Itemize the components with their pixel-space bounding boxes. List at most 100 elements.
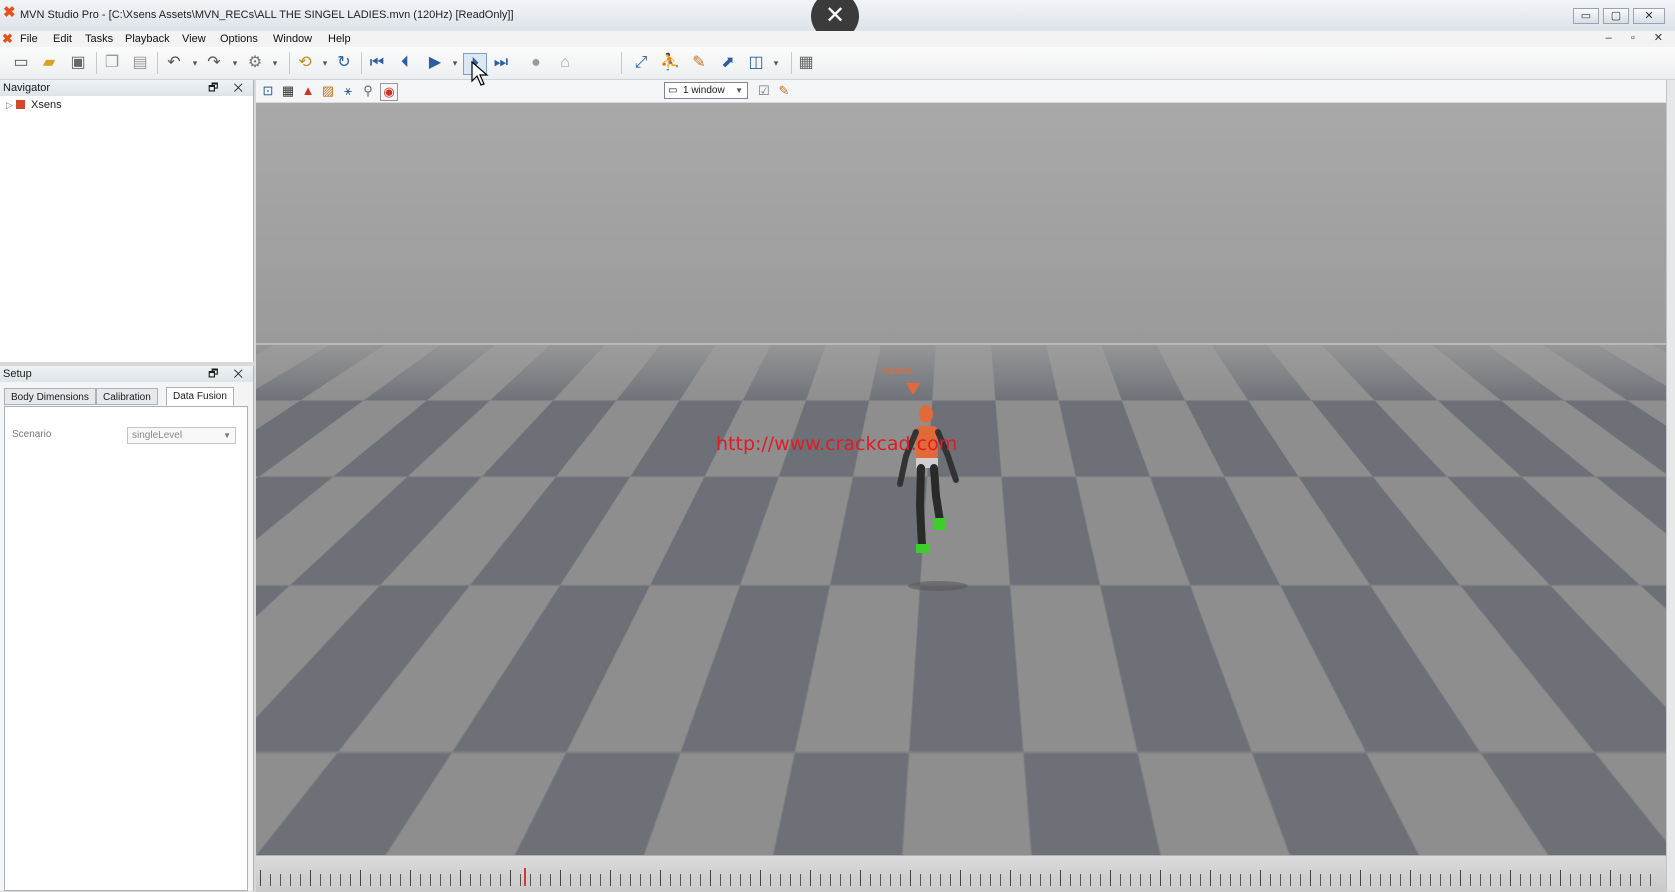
menu-playback[interactable]: Playback	[125, 33, 170, 45]
menu-bar: ✖ File Edit Tasks Playback View Options …	[0, 31, 1675, 47]
viewport-toolbar: ⊡ ▦ ▲ ▨ ⚹ ⚲ ◉ ▭ 1 window ▼ ☑ ✎	[256, 80, 1675, 102]
play-icon[interactable]: ▶	[424, 53, 446, 73]
mdi-app-icon: ✖	[2, 31, 13, 47]
window-layout-value: 1 window	[683, 85, 725, 96]
tab-body-dimensions[interactable]: Body Dimensions	[4, 388, 96, 405]
watermark-text: http://www.crackcad.com	[716, 433, 957, 455]
open-folder-icon[interactable]: ▰	[38, 53, 60, 73]
image-icon[interactable]: ▨	[320, 83, 336, 99]
minimize-button[interactable]: ▭	[1573, 8, 1599, 24]
timeline-cursor[interactable]	[524, 868, 526, 886]
step-back-icon[interactable]: ⏴	[394, 53, 416, 73]
navigator-header: Navigator 🗗 ✕	[0, 80, 253, 96]
copy-icon[interactable]: ❐	[101, 53, 123, 73]
toolbar-separator	[791, 52, 792, 74]
figure-icon[interactable]: ⛹	[659, 53, 681, 73]
scenario-label: Scenario	[12, 429, 51, 440]
window-layout-select[interactable]: ▭ 1 window ▼	[664, 82, 748, 99]
paste-icon[interactable]: ▤	[129, 53, 151, 73]
pencil-icon[interactable]: ✎	[776, 83, 792, 99]
timeline-major-ticks	[260, 870, 1660, 886]
toolbar-separator	[361, 52, 362, 74]
right-scroll-edge	[1666, 80, 1675, 891]
redo-dropdown-icon[interactable]: ▾	[224, 53, 246, 73]
edit-icon[interactable]: ✎	[688, 53, 710, 73]
redo-icon[interactable]: ↷	[203, 53, 225, 73]
setup-panel: Setup 🗗 ✕ Body Dimensions Calibration Da…	[0, 366, 254, 891]
navigator-title: Navigator	[3, 80, 50, 96]
menu-view[interactable]: View	[182, 33, 206, 45]
avatar-right-leg	[934, 468, 940, 521]
xsens-node-icon	[16, 100, 25, 109]
grid-icon[interactable]: ▦	[280, 83, 296, 99]
walk-icon[interactable]: ⚲	[360, 83, 376, 99]
chevron-down-icon: ▼	[735, 83, 743, 99]
window-icon: ▭	[668, 83, 677, 99]
avatar-figure[interactable]	[868, 396, 988, 596]
avatar-left-foot	[916, 544, 930, 553]
toolbar-separator	[289, 52, 290, 74]
check-icon[interactable]: ☑	[756, 83, 772, 99]
close-window-button[interactable]: ✕	[1633, 8, 1665, 24]
horizon-line	[256, 343, 1666, 345]
target-icon[interactable]: ◉	[380, 83, 398, 101]
camera-icon[interactable]: ⊡	[260, 83, 276, 99]
menu-help[interactable]: Help	[328, 33, 351, 45]
scenario-value: singleLevel	[132, 430, 182, 441]
tab-data-fusion[interactable]: Data Fusion	[166, 387, 234, 406]
setup-title: Setup	[3, 366, 32, 382]
maximize-button[interactable]: ▢	[1603, 8, 1629, 24]
navigator-panel: Navigator 🗗 ✕ ▷ Xsens	[0, 80, 254, 362]
menu-file[interactable]: File	[20, 33, 38, 45]
screenshot-icon[interactable]: ▦	[795, 53, 817, 73]
menu-tasks[interactable]: Tasks	[85, 33, 113, 45]
new-file-icon[interactable]: ▭	[10, 53, 32, 73]
tools-icon[interactable]: ⚙	[244, 53, 266, 73]
graph-icon[interactable]: ⤢	[630, 53, 652, 73]
expand-arrow-icon[interactable]: ▷	[6, 100, 16, 111]
layout-icon[interactable]: ◫	[745, 53, 767, 73]
save-icon[interactable]: ▣	[67, 53, 89, 73]
toolbar-separator	[621, 52, 622, 74]
undo-icon[interactable]: ↶	[163, 53, 185, 73]
viewport-background	[256, 103, 1666, 344]
layout-dropdown-icon[interactable]: ▾	[765, 53, 787, 73]
record-icon[interactable]: ●	[525, 53, 547, 73]
tools-dropdown-icon[interactable]: ▾	[264, 53, 286, 73]
character-marker-icon	[906, 383, 920, 395]
skip-end-icon[interactable]: ⏭	[490, 53, 512, 73]
menu-options[interactable]: Options	[220, 33, 258, 45]
chart-icon[interactable]: ⬈	[717, 53, 739, 73]
timeline-bar[interactable]	[256, 855, 1666, 892]
mouse-cursor-icon	[471, 61, 489, 87]
avatar-shadow	[908, 581, 968, 591]
connect-icon[interactable]: ⟲	[294, 53, 316, 73]
floor-haze	[256, 344, 1666, 404]
mdi-window-controls[interactable]: – ▫ ✕	[1606, 31, 1671, 44]
tree-item-label: Xsens	[31, 99, 62, 111]
avatar-left-leg	[920, 468, 922, 546]
toolbar-separator	[157, 52, 158, 74]
menu-window[interactable]: Window	[273, 33, 312, 45]
menu-edit[interactable]: Edit	[53, 33, 72, 45]
3d-viewport[interactable]: Xsens http://www.crackcad.com	[256, 103, 1666, 855]
skeleton-icon[interactable]: ⚹	[340, 83, 356, 99]
scenario-select[interactable]: singleLevel ▼	[127, 427, 236, 444]
window-title: MVN Studio Pro - [C:\Xsens Assets\MVN_RE…	[20, 9, 514, 21]
navigator-panel-controls[interactable]: 🗗 ✕	[208, 80, 249, 96]
chevron-down-icon: ▼	[223, 428, 231, 444]
setup-panel-controls[interactable]: 🗗 ✕	[208, 366, 249, 382]
data-fusion-pane: Scenario singleLevel ▼	[4, 406, 248, 891]
toolbar-separator	[96, 52, 97, 74]
tree-item-xsens[interactable]: ▷ Xsens	[6, 99, 62, 111]
refresh-icon[interactable]: ↻	[333, 53, 355, 73]
character-label: Xsens	[882, 365, 913, 377]
main-toolbar: ▭ ▰ ▣ ❐ ▤ ↶ ▾ ↷ ▾ ⚙ ▾ ⟲ ▾ ↻ ⏮ ⏴ ▶ ▾ ⏵ ⏭ …	[0, 47, 1675, 80]
tag-icon[interactable]: ⌂	[554, 53, 576, 73]
skip-start-icon[interactable]: ⏮	[366, 53, 388, 73]
triangle-icon[interactable]: ▲	[300, 83, 316, 99]
tab-calibration[interactable]: Calibration	[96, 388, 158, 405]
avatar-head	[919, 405, 933, 423]
setup-header: Setup 🗗 ✕	[0, 366, 253, 382]
app-logo-icon: ✖	[3, 6, 17, 20]
